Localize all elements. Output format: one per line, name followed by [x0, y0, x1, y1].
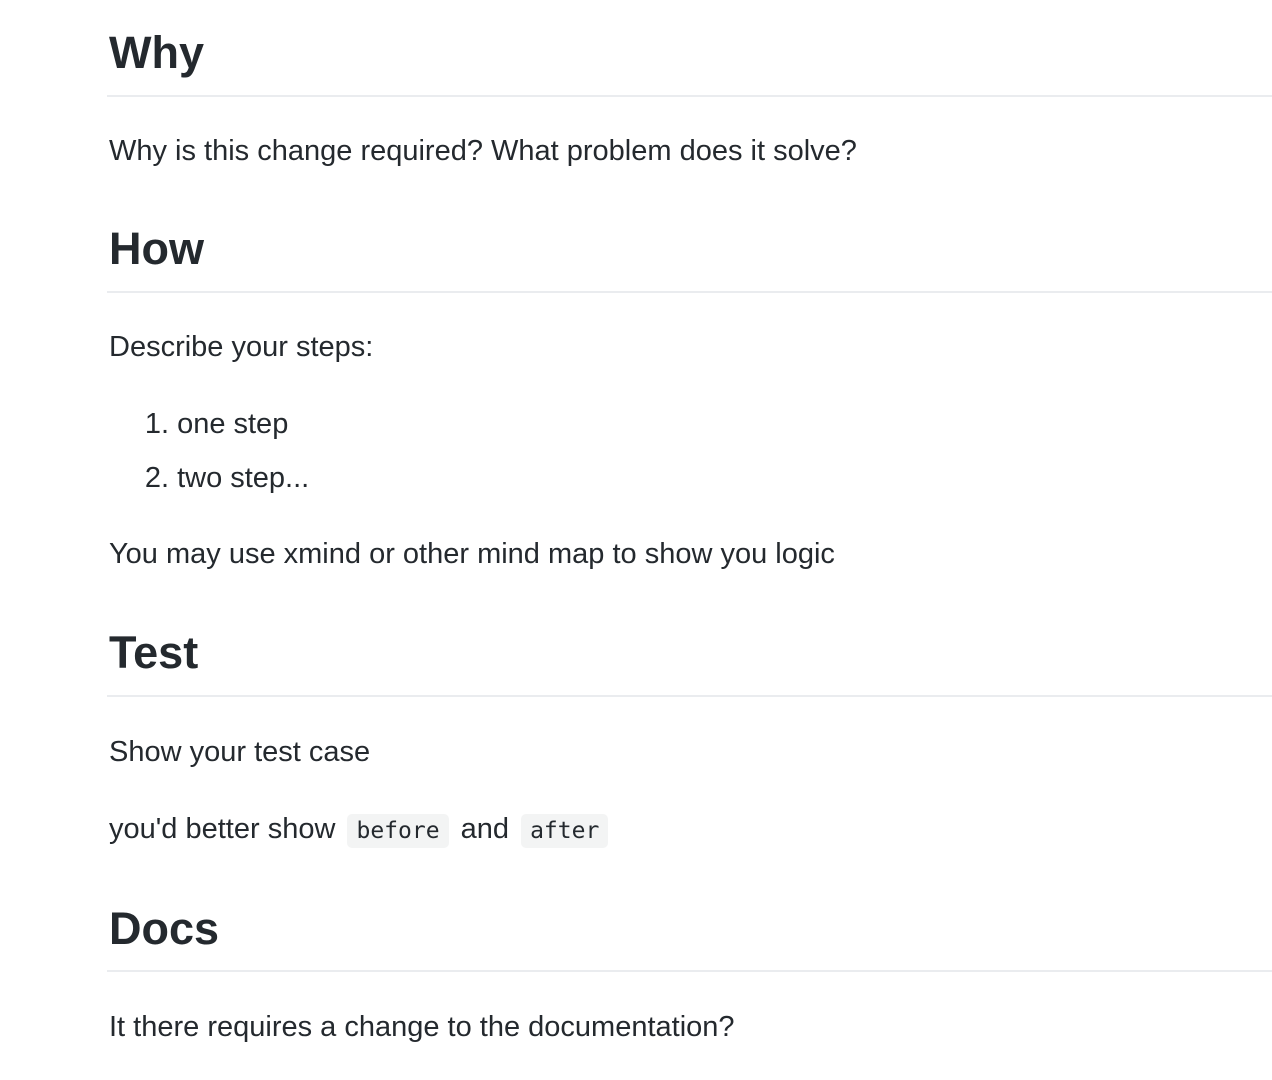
code-before: before — [347, 814, 449, 848]
heading-test: Test — [109, 627, 199, 678]
list-item-text: one step — [177, 408, 289, 440]
how-intro: Describe your steps: — [109, 331, 374, 363]
test-paragraph: Show your test case — [109, 736, 371, 768]
list-item: 1. one step — [109, 406, 909, 442]
list-item-number: 1. — [144, 408, 169, 440]
code-after: after — [521, 814, 609, 848]
heading-docs: Docs — [109, 903, 220, 954]
test-advice: you'd better show before and after — [109, 811, 612, 848]
heading-why-divider — [107, 95, 1272, 97]
heading-docs-divider — [107, 970, 1272, 972]
list-item: 2. two step... — [109, 460, 909, 496]
list-item-text: two step... — [177, 462, 310, 494]
heading-how-divider — [107, 291, 1272, 293]
docs-paragraph: It there requires a change to the docume… — [109, 1011, 735, 1043]
test-advice-middle: and — [460, 813, 510, 845]
test-advice-prefix: you'd better show — [109, 813, 336, 845]
why-paragraph: Why is this change required? What proble… — [109, 135, 857, 167]
heading-test-divider — [107, 695, 1272, 697]
markdown-document: Why Why is this change required? What pr… — [0, 0, 1272, 1080]
heading-how: How — [109, 223, 204, 274]
how-note: You may use xmind or other mind map to s… — [109, 538, 835, 570]
heading-why: Why — [109, 27, 204, 78]
list-item-number: 2. — [144, 462, 169, 494]
